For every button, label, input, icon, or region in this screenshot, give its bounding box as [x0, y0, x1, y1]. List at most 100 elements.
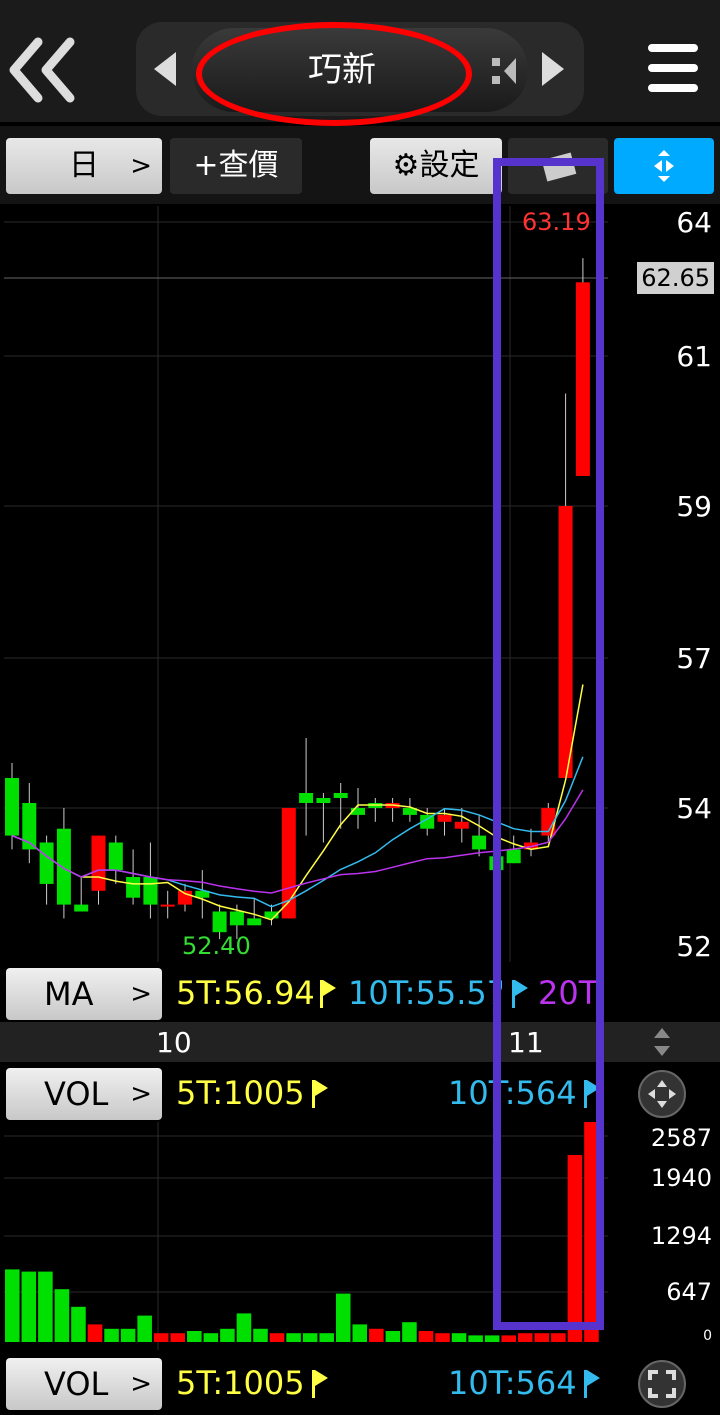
candle-body — [56, 828, 71, 905]
vol-tick: 647 — [666, 1278, 712, 1306]
chevron-right-icon: > — [130, 1369, 152, 1399]
candle-body — [212, 911, 227, 933]
candle-body — [74, 904, 89, 912]
candle-body — [472, 835, 487, 850]
volume-bar — [120, 1328, 136, 1342]
vol-tick: 1294 — [650, 1222, 712, 1250]
ma-button[interactable]: MA > — [6, 968, 162, 1020]
y-tick: 54 — [676, 792, 712, 825]
volume-bar — [451, 1333, 467, 1342]
volume-bar — [385, 1331, 401, 1342]
expand-icon — [648, 1370, 676, 1398]
vol-indicator-row: VOL > 5T:1005 10T:564 — [0, 1064, 720, 1122]
current-price-tag: 62.65 — [637, 262, 714, 294]
vol-tick: 2587 — [650, 1124, 712, 1152]
volume-bar — [71, 1306, 86, 1342]
ma-button-label: MA — [44, 975, 94, 1013]
candle-body — [299, 793, 314, 803]
volume-bar — [402, 1322, 417, 1342]
fullscreen-toggle-button[interactable] — [614, 138, 714, 194]
double-chevron-left-icon[interactable] — [8, 34, 84, 106]
low-price-label: 52.40 — [182, 932, 251, 960]
volume-bar — [253, 1328, 268, 1342]
vol10-value: 10T:564 — [448, 1364, 577, 1402]
vol-button-label: VOL — [44, 1075, 109, 1113]
flag-icon — [312, 1080, 330, 1112]
candle-body — [160, 904, 175, 907]
stock-list-icon[interactable] — [490, 54, 518, 92]
candle-body — [126, 877, 141, 898]
expand-indicator-button[interactable] — [638, 1070, 686, 1118]
volume-bar — [220, 1328, 235, 1342]
volume-bar — [87, 1324, 103, 1342]
y-tick: 61 — [676, 340, 712, 373]
candle-body — [143, 877, 158, 905]
period-button[interactable]: 日 > — [6, 138, 162, 194]
vol-tick: 1940 — [650, 1164, 712, 1192]
ma5-value: 5T:56.94 — [176, 974, 315, 1012]
volume-bar — [534, 1333, 550, 1342]
period-label: 日 — [69, 148, 99, 183]
volume-bar — [302, 1333, 318, 1342]
price-axis: 64 62.65 61 59 57 54 52 — [610, 206, 720, 963]
chevron-right-icon: > — [130, 979, 152, 1009]
volume-bar — [54, 1289, 70, 1342]
next-stock-icon[interactable] — [540, 50, 566, 92]
candle-body — [247, 918, 262, 926]
volume-bar — [203, 1333, 219, 1342]
vol5-value: 5T:1005 — [176, 1074, 305, 1112]
candle-body — [5, 778, 19, 836]
candle-body — [454, 821, 469, 829]
y-tick: 64 — [676, 206, 712, 239]
resize-handle-icon[interactable] — [652, 1026, 672, 1058]
volume-bar — [21, 1271, 37, 1342]
ma10-value: 10T:55.57 — [348, 974, 502, 1012]
volume-bar — [104, 1328, 119, 1342]
highlight-box — [493, 158, 604, 1330]
volume-bar — [335, 1293, 351, 1342]
annotation-circle — [196, 22, 472, 126]
vol-button[interactable]: VOL > — [6, 1068, 162, 1120]
candle-body — [437, 814, 452, 822]
volume-bar — [435, 1333, 450, 1342]
volume-bar — [170, 1333, 186, 1342]
volume-bar — [5, 1269, 20, 1342]
collapse-arrows-icon — [648, 1080, 676, 1108]
settings-button[interactable]: ⚙設定 — [370, 138, 502, 194]
candle-body — [229, 911, 244, 926]
hamburger-menu-icon[interactable] — [648, 44, 698, 94]
volume-bar — [269, 1333, 285, 1342]
candle-body — [108, 842, 123, 871]
chevron-right-icon: > — [130, 151, 152, 181]
candle-body — [316, 798, 331, 803]
flag-icon — [320, 980, 338, 1012]
prev-stock-icon[interactable] — [152, 50, 178, 92]
candle-body — [91, 835, 106, 891]
volume-bar — [153, 1333, 169, 1342]
fullscreen-button[interactable] — [638, 1360, 686, 1408]
date-axis: 10 11 — [0, 1022, 720, 1062]
ma-indicator-row: MA > 5T:56.94 10T:55.57 20T — [0, 964, 720, 1022]
volume-bar — [418, 1331, 434, 1342]
volume-bar — [137, 1315, 152, 1342]
flag-icon — [584, 1370, 602, 1402]
y-tick: 52 — [676, 930, 712, 963]
candle-body — [39, 842, 54, 884]
quote-button[interactable]: +查價 — [170, 138, 302, 194]
settings-label: 設定 — [419, 148, 480, 183]
volume-bar — [369, 1328, 384, 1342]
chart-toolbar: 日 > +查價 ⚙設定 — [0, 126, 720, 204]
y-tick: 57 — [676, 642, 712, 675]
volume-bar — [517, 1333, 533, 1342]
volume-bar — [468, 1335, 483, 1342]
date-label: 10 — [156, 1026, 192, 1059]
chevron-right-icon: > — [130, 1079, 152, 1109]
vol-indicator-row-bottom: VOL > 5T:1005 10T:564 — [0, 1354, 720, 1412]
volume-bar — [501, 1335, 516, 1342]
volume-bar — [286, 1333, 301, 1342]
vol-button[interactable]: VOL > — [6, 1358, 162, 1410]
volume-bar — [551, 1333, 566, 1342]
y-tick: 59 — [676, 490, 712, 523]
volume-axis: 2587 1940 1294 647 0 — [610, 1122, 720, 1350]
gear-icon: ⚙ — [392, 148, 420, 183]
